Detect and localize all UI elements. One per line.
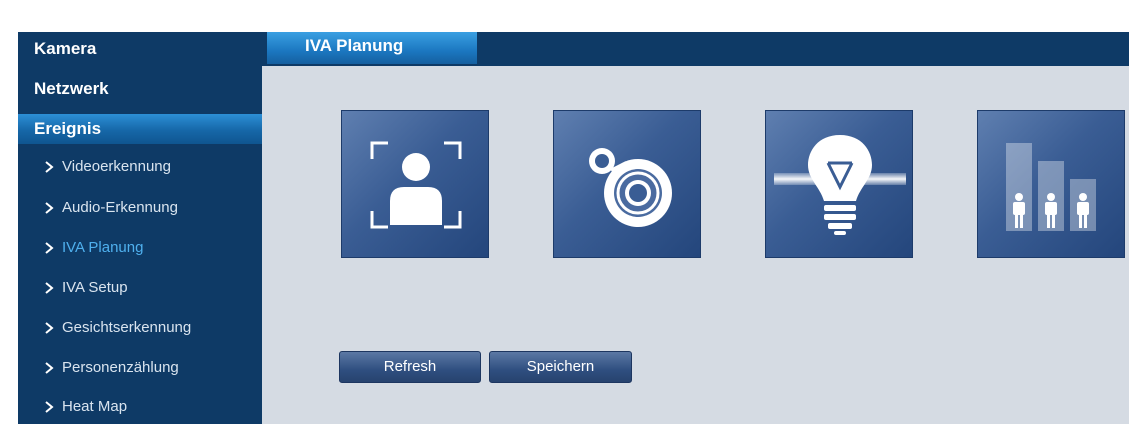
sidebar-section-label: Ereignis — [34, 119, 102, 138]
sidebar-item-videoerkennung[interactable]: Videoerkennung — [18, 152, 262, 182]
sidebar-item-label: IVA Planung — [62, 239, 144, 256]
sidebar-section-label: Kamera — [34, 39, 97, 58]
main-content: Refresh Speichern — [262, 66, 1129, 424]
people-counting-icon — [1006, 143, 1096, 231]
sidebar-item-gesichtserkennung[interactable]: Gesichtserkennung — [18, 313, 262, 343]
sidebar: Kamera Netzwerk Ereignis Videoerkennung … — [18, 32, 262, 424]
sidebar-section-netzwerk[interactable]: Netzwerk — [18, 74, 262, 104]
sidebar-item-label: Audio-Erkennung — [62, 199, 178, 216]
refresh-button[interactable]: Refresh — [339, 351, 481, 383]
sidebar-item-label: Personenzählung — [62, 359, 179, 376]
sidebar-section-kamera[interactable]: Kamera — [18, 34, 262, 64]
refresh-button-label: Refresh — [383, 358, 437, 375]
chevron-right-icon — [42, 241, 58, 255]
chevron-right-icon — [42, 160, 58, 174]
audio-target-icon — [589, 148, 672, 227]
sidebar-item-label: Heat Map — [62, 398, 128, 415]
sidebar-item-label: IVA Setup — [62, 279, 128, 296]
lightbulb-icon — [774, 135, 906, 235]
sidebar-section-ereignis[interactable]: Ereignis — [18, 114, 262, 144]
tile-face-detection[interactable] — [341, 110, 489, 258]
chevron-right-icon — [42, 361, 58, 375]
sidebar-item-label: Gesichtserkennung — [62, 319, 192, 336]
sidebar-item-audio-erkennung[interactable]: Audio-Erkennung — [18, 193, 262, 223]
tab-bar: IVA Planung — [262, 32, 1129, 66]
tab-iva-planung[interactable]: IVA Planung — [267, 32, 477, 64]
tile-people-counting[interactable] — [977, 110, 1125, 258]
chevron-right-icon — [42, 321, 58, 335]
sidebar-item-personenzaehlung[interactable]: Personenzählung — [18, 353, 262, 383]
chevron-right-icon — [42, 201, 58, 215]
tab-label: IVA Planung — [305, 36, 404, 55]
save-button-label: Speichern — [526, 358, 595, 375]
sidebar-item-iva-setup[interactable]: IVA Setup — [18, 273, 262, 303]
save-button[interactable]: Speichern — [489, 351, 632, 383]
sidebar-section-label: Netzwerk — [34, 79, 109, 98]
sidebar-item-iva-planung[interactable]: IVA Planung — [18, 233, 262, 263]
sidebar-item-label: Videoerkennung — [62, 158, 171, 175]
chevron-right-icon — [42, 400, 58, 414]
face-detection-icon — [370, 141, 462, 229]
chevron-right-icon — [42, 281, 58, 295]
sidebar-item-heat-map[interactable]: Heat Map — [18, 392, 262, 422]
tile-lightbulb[interactable] — [765, 110, 913, 258]
tile-audio-detection[interactable] — [553, 110, 701, 258]
